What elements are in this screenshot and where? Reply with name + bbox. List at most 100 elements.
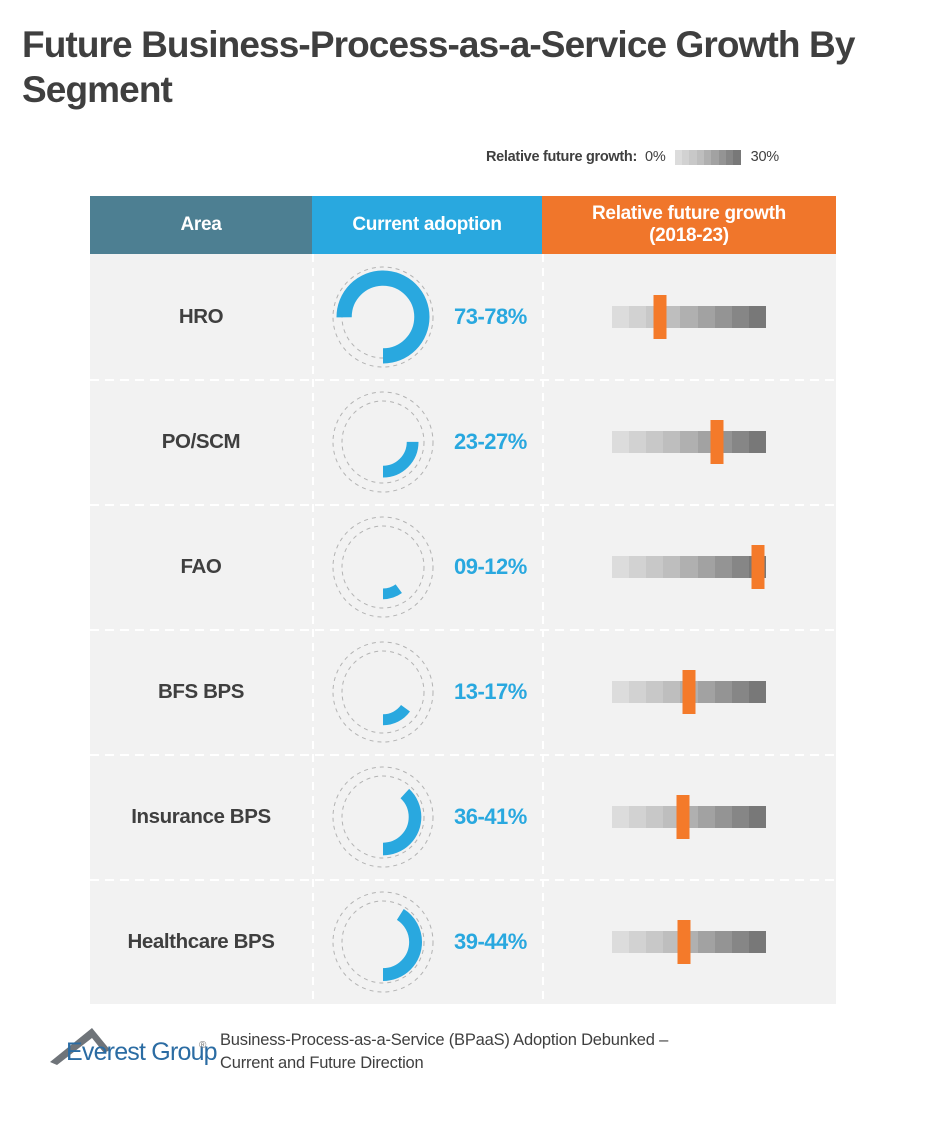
legend-gradient-scale — [674, 149, 741, 165]
footer-caption-line2: Current and Future Direction — [220, 1054, 424, 1073]
growth-gradient-band-6 — [714, 805, 732, 828]
table-header-row: Area Current adoption Relative future gr… — [90, 196, 836, 254]
cell-relative-future-growth — [542, 504, 836, 629]
growth-header-line1: Relative future growth — [592, 202, 786, 224]
table-row: HRO 73-78% — [90, 254, 836, 379]
growth-scale-bar — [612, 419, 766, 464]
growth-marker — [676, 794, 690, 839]
donut-value-arc — [343, 902, 423, 981]
growth-marker — [751, 544, 765, 589]
cell-area: PO/SCM — [90, 379, 312, 504]
area-label: BFS BPS — [157, 679, 245, 703]
growth-gradient-band-5 — [697, 555, 715, 578]
cell-relative-future-growth — [542, 879, 836, 1004]
adoption-donut — [324, 508, 442, 626]
growth-marker — [677, 919, 691, 964]
cell-relative-future-growth — [542, 629, 836, 754]
page-title: Future Business-Process-as-a-Service Gro… — [22, 24, 855, 111]
growth-gradient-band-6 — [714, 555, 732, 578]
growth-gradient-bands — [612, 430, 766, 453]
column-header-relative-future-growth: Relative future growth (2018-23) — [542, 196, 836, 254]
cell-current-adoption: 13-17% — [312, 629, 542, 754]
adoption-donut — [324, 758, 442, 876]
area-label: FAO — [180, 554, 222, 578]
growth-gradient-band-5 — [697, 680, 715, 703]
growth-gradient-band-2 — [646, 930, 664, 953]
cell-current-adoption: 09-12% — [312, 504, 542, 629]
registered-trademark-icon: ® — [199, 1040, 207, 1051]
growth-gradient-band-1 — [629, 930, 647, 953]
area-label: Insurance BPS — [131, 804, 271, 828]
growth-gradient-band-0 — [612, 930, 630, 953]
adoption-donut — [324, 383, 442, 501]
growth-gradient-band-1 — [629, 430, 647, 453]
table-row: Insurance BPS 36-41% — [90, 754, 836, 879]
cell-area: Insurance BPS — [90, 754, 312, 879]
growth-gradient-band-4 — [680, 555, 698, 578]
cell-current-adoption: 73-78% — [312, 254, 542, 379]
table-row: Healthcare BPS 39-44% — [90, 879, 836, 1004]
donut-value-arc — [347, 406, 419, 477]
donut-chart — [332, 641, 434, 742]
cell-current-adoption: 39-44% — [312, 879, 542, 1004]
growth-gradient-band-2 — [646, 805, 664, 828]
everest-group-logo: Everest Group ® — [48, 1020, 218, 1072]
cell-area: BFS BPS — [90, 629, 312, 754]
donut-value-arc — [336, 270, 430, 363]
table-row: FAO 09-12% — [90, 504, 836, 629]
donut-chart — [332, 766, 434, 867]
area-label: PO/SCM — [161, 429, 241, 453]
legend-gradient-band-5 — [711, 149, 719, 165]
legend-gradient-band-3 — [696, 149, 704, 165]
donut-value-arc — [344, 778, 422, 855]
growth-gradient-band-7 — [731, 805, 749, 828]
growth-gradient-bands — [612, 305, 766, 328]
growth-gradient-band-0 — [612, 555, 630, 578]
growth-gradient-band-7 — [731, 930, 749, 953]
area-label: HRO — [178, 304, 224, 328]
adoption-percentage-label: 73-78% — [454, 303, 527, 329]
cell-current-adoption: 36-41% — [312, 754, 542, 879]
growth-gradient-band-7 — [731, 430, 749, 453]
cell-area: HRO — [90, 254, 312, 379]
donut-guide-circle-0 — [332, 516, 434, 617]
table-row: BFS BPS 13-17% — [90, 629, 836, 754]
column-header-current-adoption: Current adoption — [312, 196, 542, 254]
donut-value-arc — [349, 658, 417, 725]
legend-gradient-band-8 — [733, 149, 741, 165]
growth-gradient-band-3 — [663, 430, 681, 453]
growth-marker — [710, 419, 724, 464]
growth-scale-bar — [612, 919, 766, 964]
growth-scale-bar — [612, 294, 766, 339]
growth-gradient-band-1 — [629, 805, 647, 828]
growth-gradient-band-3 — [663, 555, 681, 578]
column-header-relative-future-growth-label: Relative future growth (2018-23) — [592, 203, 786, 247]
table-row: PO/SCM 23-27% — [90, 379, 836, 504]
cell-area: Healthcare BPS — [90, 879, 312, 1004]
growth-marker — [682, 669, 696, 714]
growth-gradient-band-5 — [697, 305, 715, 328]
donut-value-arc — [350, 534, 416, 599]
footer: Everest Group ® Business-Process-as-a-Se… — [48, 1020, 908, 1076]
growth-gradient-band-5 — [697, 805, 715, 828]
growth-gradient-band-7 — [731, 680, 749, 703]
legend-gradient-band-0 — [674, 149, 682, 165]
cell-relative-future-growth — [542, 379, 836, 504]
growth-marker — [653, 294, 667, 339]
growth-gradient-band-5 — [697, 930, 715, 953]
adoption-percentage-label: 39-44% — [454, 928, 527, 954]
adoption-donut — [324, 883, 442, 1001]
growth-gradient-band-0 — [612, 305, 630, 328]
table-body: HRO 73-78% PO/SCM 23-27% FAO 09-12% BFS BPS 13-… — [90, 254, 836, 1004]
growth-gradient-band-2 — [646, 680, 664, 703]
donut-chart — [332, 891, 434, 992]
legend-gradient-band-6 — [718, 149, 726, 165]
adoption-percentage-label: 09-12% — [454, 553, 527, 579]
growth-gradient-band-7 — [731, 555, 749, 578]
footer-caption-line1: Business-Process-as-a-Service (BPaaS) Ad… — [220, 1031, 669, 1049]
donut-guide-circle-0 — [332, 641, 434, 742]
growth-gradient-band-1 — [629, 680, 647, 703]
growth-gradient-band-8 — [748, 805, 766, 828]
footer-caption: Business-Process-as-a-Service (BPaaS) Ad… — [220, 1020, 668, 1076]
adoption-percentage-label: 36-41% — [454, 803, 527, 829]
